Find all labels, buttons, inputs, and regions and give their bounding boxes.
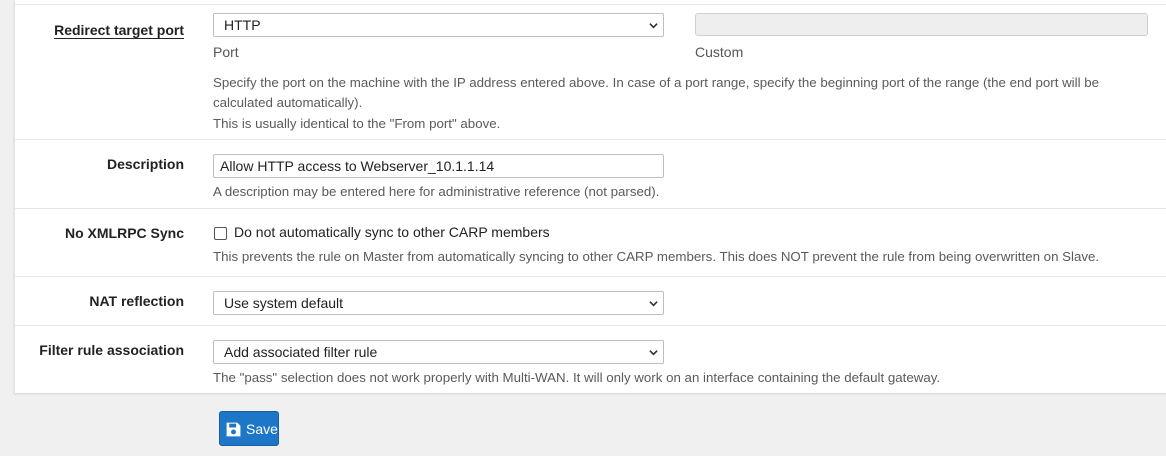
filter-rule-label: Filter rule association	[39, 342, 184, 358]
floppy-disk-icon	[226, 422, 241, 437]
port-help-line3: This is usually identical to the "From p…	[213, 116, 501, 131]
nat-reflection-value: Use system default	[224, 295, 344, 311]
custom-port-input	[695, 13, 1148, 36]
description-input[interactable]: Allow HTTP access to Webserver_10.1.1.14	[213, 154, 664, 178]
xmlrpc-checkbox-label[interactable]: Do not automatically sync to other CARP …	[234, 224, 550, 240]
filter-rule-value: Add associated filter rule	[224, 344, 378, 360]
chevron-down-icon	[649, 23, 658, 29]
chevron-down-icon	[649, 350, 658, 356]
xmlrpc-checkbox[interactable]	[214, 227, 227, 240]
nat-reflection-label: NAT reflection	[89, 293, 184, 309]
description-help: A description may be entered here for ad…	[213, 184, 660, 199]
nat-reflection-select[interactable]: Use system default	[213, 291, 664, 315]
custom-sublabel: Custom	[695, 44, 744, 60]
form-panel: Redirect target port Description No XMLR…	[14, 0, 1166, 393]
port-help-line1: Specify the port on the machine with the…	[213, 75, 1100, 90]
port-help-line2: calculated automatically).	[213, 95, 363, 110]
filter-rule-help: The "pass" selection does not work prope…	[213, 370, 941, 385]
save-button[interactable]: Save	[219, 411, 279, 446]
port-select-value: HTTP	[224, 17, 261, 33]
port-sublabel: Port	[213, 44, 239, 60]
chevron-down-icon	[649, 301, 658, 307]
port-select[interactable]: HTTP	[213, 13, 664, 37]
description-input-value: Allow HTTP access to Webserver_10.1.1.14	[220, 158, 495, 174]
save-button-label: Save	[246, 421, 278, 437]
filter-rule-select[interactable]: Add associated filter rule	[213, 340, 664, 364]
description-label: Description	[106, 156, 184, 172]
redirect-target-port-label: Redirect target port	[54, 22, 184, 38]
xmlrpc-label: No XMLRPC Sync	[64, 225, 184, 241]
xmlrpc-help: This prevents the rule on Master from au…	[213, 249, 1100, 264]
